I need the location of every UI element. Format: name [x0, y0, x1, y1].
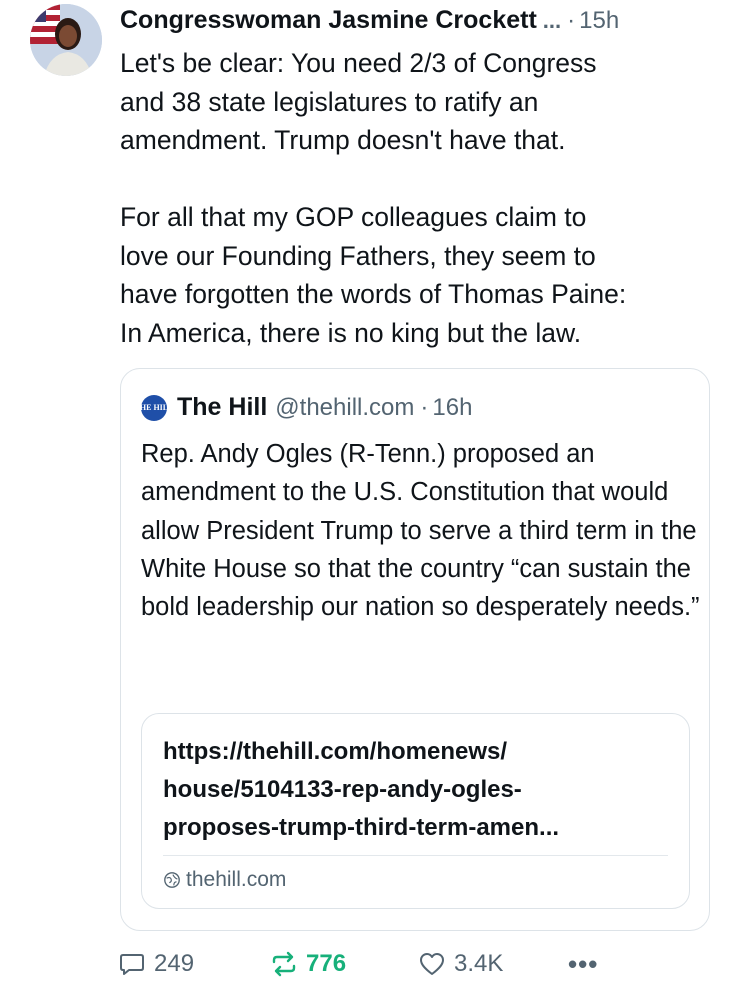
- link-divider: [163, 855, 668, 856]
- quoted-post[interactable]: THE HILL The Hill @thehill.com · 16h Rep…: [120, 368, 710, 931]
- repost-count: 776: [306, 950, 347, 977]
- heart-icon: [420, 953, 444, 975]
- quoted-post-text: Rep. Andy Ogles (R-Tenn.) proposed an am…: [141, 440, 700, 622]
- quoted-post-header: THE HILL The Hill @thehill.com · 16h: [135, 393, 473, 422]
- link-card[interactable]: https://thehill.com/homenews/ house/5104…: [141, 713, 690, 909]
- post-time[interactable]: 15h: [579, 7, 619, 35]
- author-name[interactable]: Congresswoman Jasmine Crockett: [120, 6, 537, 35]
- like-count: 3.4K: [454, 950, 504, 977]
- repost-button[interactable]: 776: [270, 944, 346, 984]
- action-bar: 249 776 3.4K •••: [118, 944, 718, 984]
- post[interactable]: Congresswoman Jasmine Crockett ... · 15h…: [120, 0, 720, 352]
- the-hill-logo-icon: THE HILL: [135, 394, 173, 421]
- logo-text: THE HILL: [134, 402, 174, 412]
- name-truncation: ...: [542, 8, 562, 33]
- reply-count: 249: [154, 950, 195, 977]
- quoted-author-handle[interactable]: @thehill.com: [275, 394, 414, 422]
- more-options-button[interactable]: •••: [568, 944, 598, 984]
- link-url[interactable]: https://thehill.com/homenews/ house/5104…: [163, 733, 673, 847]
- link-domain-label: thehill.com: [186, 868, 287, 891]
- quoted-time-separator: ·: [420, 393, 429, 421]
- repost-icon: [272, 951, 296, 977]
- quoted-author-name[interactable]: The Hill: [177, 393, 267, 422]
- avatar[interactable]: [30, 4, 102, 76]
- reply-icon: [120, 954, 144, 975]
- more-icon: •••: [568, 948, 599, 979]
- post-text: Let's be clear: You need 2/3 of Congress…: [120, 48, 627, 348]
- reply-button[interactable]: 249: [118, 944, 194, 984]
- quoted-post-time[interactable]: 16h: [432, 394, 472, 422]
- post-header: Congresswoman Jasmine Crockett ... · 15h: [120, 0, 720, 44]
- globe-icon: [164, 872, 180, 888]
- avatar-image: [30, 4, 102, 76]
- link-domain: thehill.com: [163, 868, 286, 892]
- time-separator: ·: [567, 7, 576, 34]
- like-button[interactable]: 3.4K: [418, 944, 503, 984]
